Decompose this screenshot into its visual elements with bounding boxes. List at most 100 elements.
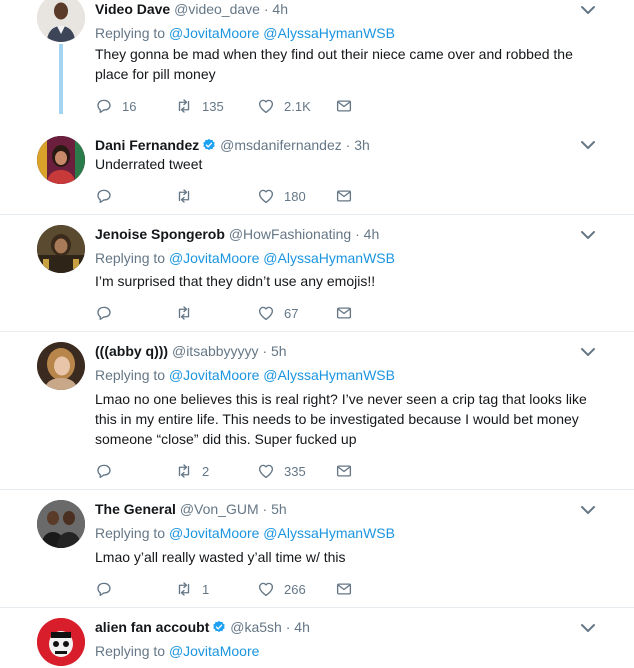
chevron-down-icon[interactable]	[580, 346, 596, 358]
direct-message-button[interactable]	[335, 579, 353, 599]
tweet[interactable]: (((abby q))) @itsabbyyyyy · 5h Replying …	[0, 332, 634, 490]
replying-to-label: Replying to	[95, 525, 166, 541]
mention-link[interactable]: @AlyssaHymanWSB	[263, 25, 395, 41]
like-button[interactable]: 266	[257, 579, 306, 599]
tweet[interactable]: alien fan accoubt @ka5sh · 4h Replying t…	[0, 608, 634, 668]
retweet-icon	[175, 462, 193, 480]
timestamp[interactable]: 5h	[271, 501, 287, 517]
retweet-count: 2	[202, 463, 210, 479]
handle[interactable]: @video_dave	[174, 1, 260, 17]
direct-message-button[interactable]	[335, 303, 353, 323]
avatar[interactable]	[37, 225, 85, 273]
heart-icon	[257, 462, 275, 480]
direct-message-button[interactable]	[335, 96, 353, 116]
mention-link[interactable]: @JovitaMoore	[169, 250, 259, 266]
timestamp[interactable]: 5h	[271, 343, 287, 359]
timestamp[interactable]: 4h	[272, 1, 288, 17]
heart-icon	[257, 580, 275, 598]
retweet-button[interactable]: 135	[175, 96, 224, 116]
tweet-actions: 67	[95, 303, 455, 323]
replying-to: Replying to @JovitaMoore	[95, 642, 259, 660]
tweet[interactable]: Dani Fernandez @msdanifernandez · 3h Und…	[0, 126, 634, 215]
reply-count: 16	[122, 98, 137, 114]
avatar[interactable]	[37, 618, 85, 666]
like-count: 180	[284, 188, 306, 204]
replying-to: Replying to @JovitaMoore @AlyssaHymanWSB	[95, 24, 395, 42]
tweet[interactable]: Jenoise Spongerob @HowFashionating · 4h …	[0, 215, 634, 332]
tweet-header: Video Dave @video_dave · 4h	[95, 0, 288, 18]
timestamp[interactable]: 4h	[294, 619, 310, 635]
tweet[interactable]: The General @Von_GUM · 5h Replying to @J…	[0, 490, 634, 608]
display-name[interactable]: Jenoise Spongerob	[95, 226, 225, 242]
like-count: 335	[284, 463, 306, 479]
tweet-header: alien fan accoubt @ka5sh · 4h	[95, 618, 310, 636]
like-button[interactable]: 335	[257, 461, 306, 481]
avatar[interactable]	[37, 136, 85, 184]
direct-message-button[interactable]	[335, 186, 353, 206]
direct-message-button[interactable]	[335, 461, 353, 481]
tweet-text-line: someone “close” did this. Super fucked u…	[95, 431, 357, 447]
replying-to: Replying to @JovitaMoore @AlyssaHymanWSB	[95, 249, 395, 267]
tweet-text-line: this in my entire life. This needs to be…	[95, 411, 579, 427]
tweet-actions: 1 266	[95, 579, 455, 599]
avatar[interactable]	[37, 0, 85, 42]
like-button[interactable]: 2.1K	[257, 96, 311, 116]
chevron-down-icon[interactable]	[580, 504, 596, 516]
tweet-header: Jenoise Spongerob @HowFashionating · 4h	[95, 225, 379, 243]
mention-link[interactable]: @AlyssaHymanWSB	[263, 367, 395, 383]
mention-link[interactable]: @AlyssaHymanWSB	[263, 525, 395, 541]
tweet-header: The General @Von_GUM · 5h	[95, 500, 287, 518]
reply-icon	[95, 187, 113, 205]
avatar[interactable]	[37, 500, 85, 548]
retweet-icon	[175, 580, 193, 598]
chevron-down-icon[interactable]	[580, 4, 596, 16]
chevron-down-icon[interactable]	[580, 229, 596, 241]
reply-button[interactable]	[95, 303, 122, 323]
reply-button[interactable]: 16	[95, 96, 136, 116]
separator-dot: ·	[263, 1, 269, 17]
timestamp[interactable]: 3h	[354, 137, 370, 153]
timestamp[interactable]: 4h	[364, 226, 380, 242]
display-name[interactable]: alien fan accoubt	[95, 619, 209, 635]
handle[interactable]: @Von_GUM	[180, 501, 259, 517]
reply-icon	[95, 97, 113, 115]
reply-icon	[95, 462, 113, 480]
separator-dot: ·	[345, 137, 351, 153]
replying-to-label: Replying to	[95, 250, 166, 266]
reply-button[interactable]	[95, 186, 122, 206]
mention-link[interactable]: @AlyssaHymanWSB	[263, 250, 395, 266]
separator-dot: ·	[262, 343, 268, 359]
separator-dot: ·	[355, 226, 360, 242]
separator-dot: ·	[285, 619, 291, 635]
handle[interactable]: @ka5sh	[230, 619, 282, 635]
retweet-count: 135	[202, 98, 224, 114]
mention-link[interactable]: @JovitaMoore	[169, 367, 259, 383]
tweet[interactable]: Video Dave @video_dave · 4h Replying to …	[0, 0, 634, 126]
reply-button[interactable]	[95, 461, 122, 481]
replying-to-label: Replying to	[95, 25, 166, 41]
handle[interactable]: @itsabbyyyyy	[172, 343, 259, 359]
mention-link[interactable]: @JovitaMoore	[169, 25, 259, 41]
replying-to-label: Replying to	[95, 367, 166, 383]
handle[interactable]: @HowFashionating	[229, 226, 351, 242]
display-name[interactable]: (((abby q)))	[95, 343, 168, 359]
like-button[interactable]: 180	[257, 186, 306, 206]
reply-button[interactable]	[95, 579, 122, 599]
mention-link[interactable]: @JovitaMoore	[169, 525, 259, 541]
display-name[interactable]: Video Dave	[95, 1, 170, 17]
retweet-button[interactable]	[175, 186, 202, 206]
retweet-button[interactable]: 1	[175, 579, 209, 599]
retweet-button[interactable]	[175, 303, 202, 323]
display-name[interactable]: The General	[95, 501, 176, 517]
tweet-text: Lmao no one believes this is real right?…	[95, 389, 595, 449]
like-button[interactable]: 67	[257, 303, 298, 323]
replying-to: Replying to @JovitaMoore @AlyssaHymanWSB	[95, 366, 395, 384]
retweet-button[interactable]: 2	[175, 461, 209, 481]
avatar[interactable]	[37, 342, 85, 390]
envelope-icon	[335, 97, 353, 115]
chevron-down-icon[interactable]	[580, 622, 596, 634]
mention-link[interactable]: @JovitaMoore	[169, 643, 259, 659]
handle[interactable]: @msdanifernandez	[220, 137, 342, 153]
display-name[interactable]: Dani Fernandez	[95, 137, 199, 153]
chevron-down-icon[interactable]	[580, 139, 596, 151]
